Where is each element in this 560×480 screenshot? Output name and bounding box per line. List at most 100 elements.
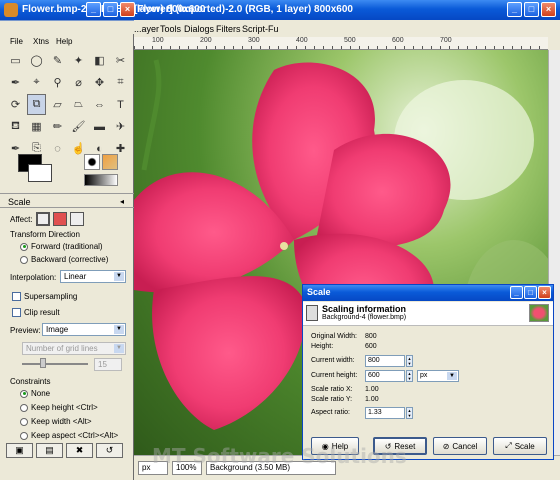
- maximize-icon[interactable]: □: [103, 2, 118, 17]
- menu-dialogs[interactable]: Dialogs: [184, 24, 214, 34]
- maximize-icon[interactable]: □: [524, 286, 537, 299]
- constraint-height-radio[interactable]: Keep height <Ctrl>: [20, 403, 98, 412]
- flip-icon[interactable]: ⇔: [90, 94, 109, 115]
- constraints-label: Constraints: [10, 377, 51, 386]
- grid-count-slider[interactable]: [22, 358, 88, 368]
- perspective-icon[interactable]: ⏢: [69, 94, 88, 115]
- direction-backward-radio[interactable]: Backward (corrective): [20, 255, 108, 264]
- bucket-fill-icon[interactable]: ⛾: [6, 116, 25, 137]
- pencil-icon[interactable]: ✏: [48, 116, 67, 137]
- close-icon[interactable]: ×: [541, 2, 556, 17]
- spinner-arrows-icon[interactable]: ▲ ▼: [406, 370, 413, 382]
- interpolation-select[interactable]: Linear ▼: [60, 270, 126, 283]
- color-picker-icon[interactable]: ⌖: [27, 72, 46, 93]
- toolbox-window: Flower.bmp-2.0 (RGB, 1 layer) 800x600 _ …: [0, 0, 205, 480]
- supersampling-checkbox[interactable]: Supersampling: [12, 292, 78, 302]
- minimize-icon[interactable]: _: [507, 2, 522, 17]
- zoom-icon[interactable]: ⚲: [48, 72, 67, 93]
- slider-handle[interactable]: [40, 358, 46, 368]
- maximize-icon[interactable]: □: [524, 2, 539, 17]
- scale-icon: ⤢: [505, 441, 512, 450]
- text-icon[interactable]: T: [111, 94, 130, 115]
- menu-help[interactable]: Help: [56, 37, 72, 46]
- shear-icon[interactable]: ▱: [48, 94, 67, 115]
- blend-icon[interactable]: ▦: [27, 116, 46, 137]
- affect-selection-icon[interactable]: [52, 212, 67, 226]
- close-icon[interactable]: ×: [120, 2, 135, 17]
- spinner-arrows-icon[interactable]: ▲ ▼: [406, 407, 413, 419]
- crop-icon[interactable]: ⌗: [111, 72, 130, 93]
- toolbox-titlebar[interactable]: Flower.bmp-2.0 (RGB, 1 layer) 800x600 _ …: [0, 0, 205, 34]
- affect-layer-icon[interactable]: [35, 212, 50, 226]
- minimize-icon[interactable]: _: [86, 2, 101, 17]
- scale-dialog-titlebar[interactable]: Scale _ □ ×: [303, 285, 553, 301]
- aspect-ratio-input[interactable]: 1.33: [365, 407, 405, 419]
- ruler-tick: 100: [152, 37, 164, 44]
- move-icon[interactable]: ✥: [90, 72, 109, 93]
- close-icon[interactable]: ×: [538, 286, 551, 299]
- constraint-aspect-radio[interactable]: Keep aspect <Ctrl><Alt>: [20, 431, 118, 440]
- eraser-icon[interactable]: ▬: [90, 116, 109, 137]
- grid-count-spinner[interactable]: 15: [94, 358, 122, 371]
- restore-options-icon[interactable]: ▤: [36, 443, 63, 458]
- cancel-button[interactable]: ⊘ Cancel: [433, 437, 487, 455]
- scale-button[interactable]: ⤢ Scale: [493, 437, 547, 455]
- supersampling-label: Supersampling: [24, 292, 78, 301]
- horizontal-ruler: 100 200 300 400 500 600 700: [134, 37, 548, 50]
- pattern-preview[interactable]: [102, 154, 118, 170]
- rotate-icon[interactable]: ⟳: [6, 94, 25, 115]
- scale-icon[interactable]: ⧉: [27, 94, 46, 115]
- color-select-icon[interactable]: ◧: [90, 50, 109, 71]
- grid-lines-select[interactable]: Number of grid lines ▼: [22, 342, 126, 355]
- delete-options-icon[interactable]: ✖: [66, 443, 93, 458]
- current-width-input[interactable]: 800: [365, 355, 405, 367]
- clip-result-label: Clip result: [24, 308, 60, 317]
- current-height-input[interactable]: 600: [365, 370, 405, 382]
- radio-selected-icon: [20, 242, 28, 251]
- reset-options-icon[interactable]: ↺: [96, 443, 123, 458]
- menu-file[interactable]: File: [10, 37, 23, 46]
- ruler-tick: 600: [392, 37, 404, 44]
- scissors-icon[interactable]: ✂: [111, 50, 130, 71]
- constraint-none-radio[interactable]: None: [20, 389, 50, 398]
- paintbrush-icon[interactable]: 🖌: [69, 116, 88, 137]
- menu-script-fu[interactable]: Script-Fu: [242, 24, 279, 34]
- direction-forward-radio[interactable]: Forward (traditional): [20, 242, 103, 251]
- ruler-tick: 700: [440, 37, 452, 44]
- background-color-swatch[interactable]: [28, 164, 52, 182]
- menu-xtns[interactable]: Xtns: [33, 37, 49, 46]
- image-menubar: ...ayer Tools Dialogs Filters Script-Fu: [134, 21, 560, 37]
- divider: [0, 207, 134, 208]
- interpolation-value: Linear: [64, 272, 87, 281]
- save-options-icon[interactable]: ▣: [6, 443, 33, 458]
- airbrush-icon[interactable]: ✈: [111, 116, 130, 137]
- ellipse-select-icon[interactable]: ◯: [27, 50, 46, 71]
- unit-select[interactable]: px ▼: [417, 370, 459, 382]
- preview-select[interactable]: Image ▼: [42, 323, 126, 336]
- spinner-arrows-icon[interactable]: ▲ ▼: [406, 355, 413, 367]
- original-width-label: Original Width:: [311, 333, 357, 340]
- unit-value: px: [420, 372, 428, 379]
- menu-filters[interactable]: Filters: [216, 24, 241, 34]
- dialog-header: Scaling information Background-4 (flower…: [303, 302, 553, 326]
- gimp-app-icon: [4, 3, 18, 17]
- fuzzy-select-icon[interactable]: ✦: [69, 50, 88, 71]
- free-select-icon[interactable]: ✎: [48, 50, 67, 71]
- constraint-height-label: Keep height <Ctrl>: [31, 403, 98, 412]
- transform-direction-label: Transform Direction: [10, 230, 80, 239]
- tab-menu-icon[interactable]: ◂: [120, 197, 124, 206]
- minimize-icon[interactable]: _: [510, 286, 523, 299]
- measure-icon[interactable]: ⌀: [69, 72, 88, 93]
- constraint-width-radio[interactable]: Keep width <Alt>: [20, 417, 91, 426]
- aspect-ratio-label: Aspect ratio:: [311, 409, 350, 416]
- gradient-preview[interactable]: [84, 174, 118, 186]
- rect-select-icon[interactable]: ▭: [6, 50, 25, 71]
- clip-result-checkbox[interactable]: Clip result: [12, 308, 60, 318]
- brush-preview[interactable]: [84, 154, 100, 170]
- checkbox-icon: [12, 292, 21, 302]
- menu-layer[interactable]: ...ayer: [134, 24, 159, 34]
- menu-tools[interactable]: Tools: [160, 24, 181, 34]
- scale-dialog-title: Scale: [307, 287, 331, 297]
- paths-icon[interactable]: ✒: [6, 72, 25, 93]
- affect-path-icon[interactable]: [69, 212, 84, 226]
